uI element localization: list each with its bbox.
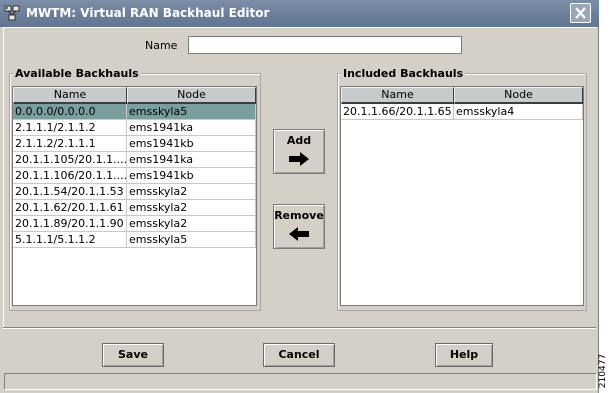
cell-name: 20.1.1.106/20.1.1.... bbox=[13, 168, 127, 184]
table-row[interactable]: 20.1.1.66/20.1.1.65 emsskyla4 bbox=[341, 104, 583, 120]
add-label: Add bbox=[286, 134, 312, 147]
cell-node: ems1941kb bbox=[127, 136, 256, 152]
arrow-left-icon bbox=[289, 227, 309, 241]
window-title: MWTM: Virtual RAN Backhaul Editor bbox=[26, 6, 270, 20]
cell-node: ems1941ka bbox=[127, 120, 256, 136]
help-button[interactable]: Help bbox=[435, 343, 493, 367]
cell-node: emsskyla5 bbox=[127, 104, 256, 120]
column-header-name[interactable]: Name bbox=[13, 87, 127, 104]
cell-name: 20.1.1.66/20.1.1.65 bbox=[341, 104, 454, 120]
status-bar bbox=[4, 373, 597, 390]
column-header-name[interactable]: Name bbox=[341, 87, 454, 104]
editor-window: MWTM: Virtual RAN Backhaul Editor Name A… bbox=[0, 0, 599, 393]
add-button[interactable]: Add bbox=[273, 129, 325, 174]
table-row[interactable]: 2.1.1.2/2.1.1.1 ems1941kb bbox=[13, 136, 256, 152]
cell-name: 2.1.1.1/2.1.1.2 bbox=[13, 120, 127, 136]
table-row[interactable]: 20.1.1.54/20.1.1.53 emsskyla2 bbox=[13, 184, 256, 200]
cell-node: ems1941kb bbox=[127, 168, 256, 184]
close-icon bbox=[575, 7, 586, 19]
available-rows: 0.0.0.0/0.0.0.0 emsskyla5 2.1.1.1/2.1.1.2 e… bbox=[13, 104, 256, 248]
included-backhauls-table: Name Node 20.1.1.66/20.1.1.65 emsskyla4 bbox=[340, 86, 584, 306]
divider bbox=[3, 327, 596, 329]
table-header: Name Node bbox=[341, 87, 583, 104]
cell-name: 20.1.1.105/20.1.1.... bbox=[13, 152, 127, 168]
included-backhauls-title: Included Backhauls bbox=[341, 67, 466, 80]
cell-node: emsskyla4 bbox=[454, 104, 583, 120]
remove-button[interactable]: Remove bbox=[273, 204, 325, 249]
cell-name: 20.1.1.62/20.1.1.61 bbox=[13, 200, 127, 216]
app-network-icon bbox=[4, 5, 20, 21]
cell-name: 2.1.1.2/2.1.1.1 bbox=[13, 136, 127, 152]
cell-node: emsskyla5 bbox=[127, 232, 256, 248]
cell-name: 0.0.0.0/0.0.0.0 bbox=[13, 104, 127, 120]
save-button[interactable]: Save bbox=[102, 343, 164, 367]
arrow-right-icon bbox=[289, 152, 309, 166]
available-backhauls-title: Available Backhauls bbox=[13, 67, 141, 80]
table-row[interactable]: 0.0.0.0/0.0.0.0 emsskyla5 bbox=[13, 104, 256, 120]
cell-node: emsskyla2 bbox=[127, 184, 256, 200]
name-label: Name bbox=[145, 39, 178, 52]
title-bar[interactable]: MWTM: Virtual RAN Backhaul Editor bbox=[0, 0, 599, 27]
table-row[interactable]: 2.1.1.1/2.1.1.2 ems1941ka bbox=[13, 120, 256, 136]
close-button[interactable] bbox=[570, 3, 591, 23]
table-header: Name Node bbox=[13, 87, 256, 104]
included-rows: 20.1.1.66/20.1.1.65 emsskyla4 bbox=[341, 104, 583, 120]
table-row[interactable]: 20.1.1.106/20.1.1.... ems1941kb bbox=[13, 168, 256, 184]
column-header-node[interactable]: Node bbox=[454, 87, 583, 104]
cell-name: 20.1.1.54/20.1.1.53 bbox=[13, 184, 127, 200]
cell-node: emsskyla2 bbox=[127, 216, 256, 232]
cell-node: ems1941ka bbox=[127, 152, 256, 168]
cell-node: emsskyla2 bbox=[127, 200, 256, 216]
cancel-button[interactable]: Cancel bbox=[263, 343, 335, 367]
table-row[interactable]: 20.1.1.89/20.1.1.90 emsskyla2 bbox=[13, 216, 256, 232]
available-backhauls-table: Name Node 0.0.0.0/0.0.0.0 emsskyla5 2.1.1.… bbox=[12, 86, 257, 306]
table-row[interactable]: 5.1.1.1/5.1.1.2 emsskyla5 bbox=[13, 232, 256, 248]
cell-name: 5.1.1.1/5.1.1.2 bbox=[13, 232, 127, 248]
table-row[interactable]: 20.1.1.62/20.1.1.61 emsskyla2 bbox=[13, 200, 256, 216]
figure-id-text: 210477 bbox=[598, 353, 609, 389]
cell-name: 20.1.1.89/20.1.1.90 bbox=[13, 216, 127, 232]
table-row[interactable]: 20.1.1.105/20.1.1.... ems1941ka bbox=[13, 152, 256, 168]
name-input[interactable] bbox=[188, 36, 462, 54]
remove-label: Remove bbox=[274, 209, 324, 222]
column-header-node[interactable]: Node bbox=[127, 87, 256, 104]
figure-id-label: 210477 bbox=[598, 352, 610, 392]
